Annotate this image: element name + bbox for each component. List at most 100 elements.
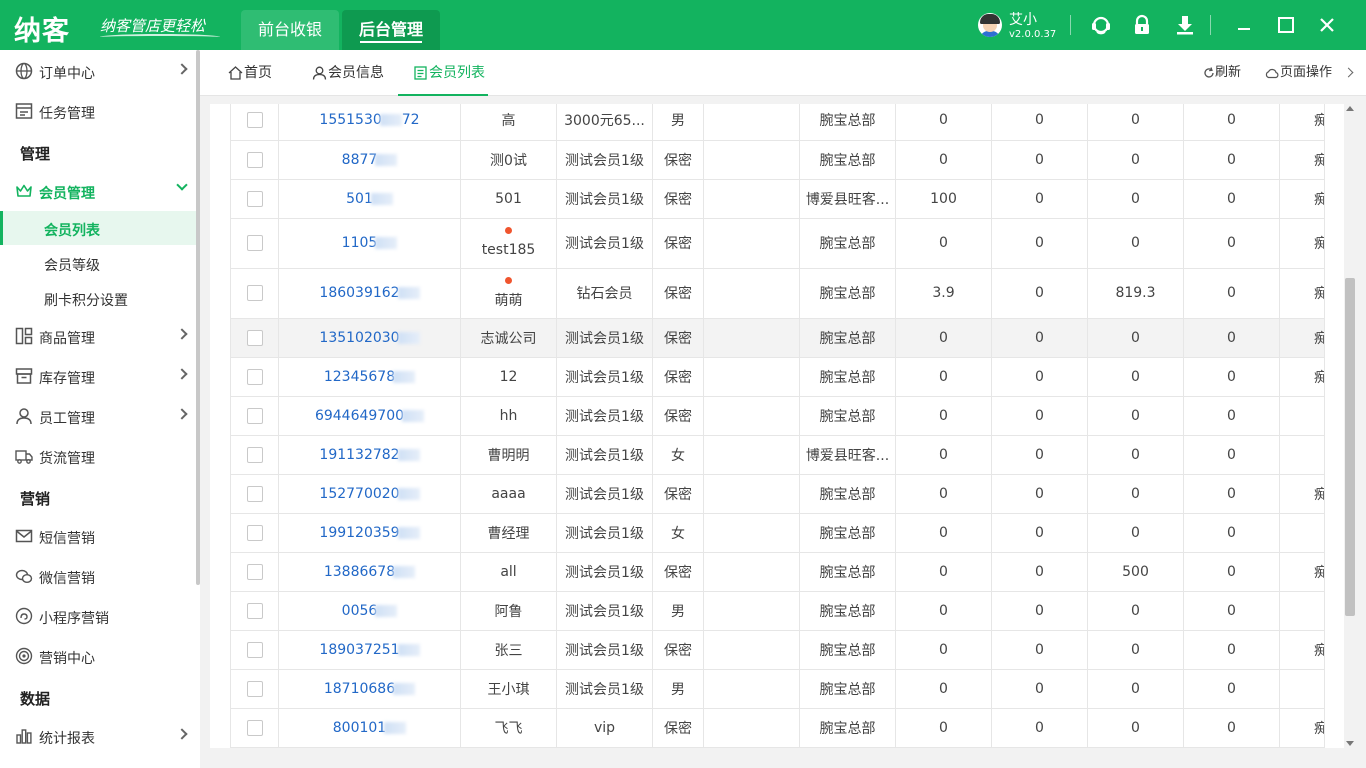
tab-front-cashier[interactable]: 前台收银 bbox=[241, 10, 339, 50]
member-phone-cell[interactable]: 13886678 bbox=[278, 552, 461, 592]
sidebar-item-members[interactable]: 会员管理 bbox=[0, 172, 196, 208]
member-phone-cell[interactable]: 1105 bbox=[278, 218, 461, 269]
download-icon[interactable] bbox=[1174, 14, 1196, 36]
member-phone-cell[interactable]: 135102030 bbox=[278, 318, 461, 358]
member-phone-cell[interactable]: 186039162 bbox=[278, 268, 461, 319]
tab-member-info[interactable]: 会员信息 bbox=[312, 50, 394, 96]
member-phone-cell[interactable]: 6944649700 bbox=[278, 396, 461, 436]
member-phone[interactable]: 501 bbox=[346, 191, 373, 207]
table-row[interactable]: 135102030志诚公司测试会员1级保密腕宝总部0000痴 bbox=[230, 318, 1325, 358]
scroll-up-icon[interactable] bbox=[1346, 106, 1354, 111]
tab-home[interactable]: 首页 bbox=[228, 50, 288, 96]
table-row[interactable]: 6944649700 hh 测试会员1级 保密 腕宝总部 0 0 0 0 bbox=[230, 396, 1325, 436]
inventory-icon bbox=[15, 368, 33, 384]
sidebar-item-wechat[interactable]: 微信营销 bbox=[0, 557, 196, 593]
row-checkbox[interactable] bbox=[246, 368, 263, 385]
row-checkbox[interactable] bbox=[246, 407, 263, 424]
row-checkbox[interactable] bbox=[246, 485, 263, 502]
row-checkbox[interactable] bbox=[246, 285, 263, 301]
sidebar-subitem-member-list[interactable]: 会员列表 bbox=[0, 211, 196, 245]
sidebar-item-goods[interactable]: 商品管理 bbox=[0, 317, 196, 353]
sidebar-item-tasks[interactable]: 任务管理 bbox=[0, 92, 196, 128]
member-phone-cell[interactable]: 191132782 bbox=[278, 435, 461, 475]
member-phone-cell[interactable]: 800101 bbox=[278, 708, 461, 748]
close-icon[interactable] bbox=[1316, 14, 1338, 36]
user-avatar[interactable] bbox=[978, 13, 1002, 37]
member-phone-cell[interactable]: 8877 bbox=[278, 140, 461, 180]
sidebar-subitem-card-points[interactable]: 刷卡积分设置 bbox=[0, 281, 196, 315]
table-row[interactable]: 800101飞飞vip保密腕宝总部0000痴 bbox=[230, 708, 1325, 748]
member-phone[interactable]: 191132782 bbox=[319, 447, 399, 463]
table-row[interactable]: 13886678all测试会员1级保密腕宝总部005000痴 bbox=[230, 552, 1325, 592]
sidebar-item-miniprogram[interactable]: 小程序营销 bbox=[0, 597, 196, 633]
row-checkbox[interactable] bbox=[246, 719, 263, 736]
member-phone[interactable]: 186039162 bbox=[319, 285, 399, 301]
member-phone-cell[interactable]: 152770020 bbox=[278, 474, 461, 514]
table-row[interactable]: 18710686 王小琪 测试会员1级男腕宝总部 0 0 0 0 bbox=[230, 669, 1325, 709]
table-row[interactable]: 189037251张三测试会员1级保密腕宝总部0000痴 bbox=[230, 630, 1325, 670]
chevron-right-icon[interactable] bbox=[1343, 67, 1354, 78]
row-checkbox[interactable] bbox=[246, 329, 263, 346]
member-phone-cell[interactable]: 189037251 bbox=[278, 630, 461, 670]
scrollbar-thumb[interactable] bbox=[1345, 278, 1355, 616]
row-checkbox[interactable] bbox=[246, 112, 263, 129]
table-row[interactable]: 199120359 曹经理 测试会员1级女腕宝总部 0 0 0 0 bbox=[230, 513, 1325, 553]
member-phone-cell[interactable]: 0056 bbox=[278, 591, 461, 631]
member-phone[interactable]: 12345678 bbox=[324, 369, 395, 385]
member-phone-cell[interactable]: 18710686 bbox=[278, 669, 461, 709]
row-checkbox[interactable] bbox=[246, 151, 263, 168]
member-phone[interactable]: 199120359 bbox=[319, 525, 399, 541]
maximize-icon[interactable] bbox=[1275, 14, 1297, 36]
table-row[interactable]: 8877测0试测试会员1级保密腕宝总部0000痴 bbox=[230, 140, 1325, 180]
table-row[interactable]: 191132782 曹明明 测试会员1级女博爱县旺客... 0 0 0 0 bbox=[230, 435, 1325, 475]
table-row[interactable]: 1234567812测试会员1级保密腕宝总部0000痴 bbox=[230, 357, 1325, 397]
tab-member-list[interactable]: 会员列表 bbox=[398, 50, 488, 96]
row-checkbox[interactable] bbox=[246, 235, 263, 251]
member-phone[interactable]: 13886678 bbox=[324, 564, 395, 580]
table-row[interactable]: 152770020aaaa测试会员1级保密腕宝总部0000痴 bbox=[230, 474, 1325, 514]
member-phone-cell[interactable]: 501 bbox=[278, 179, 461, 219]
table-row[interactable]: 501501测试会员1级保密博爱县旺客...100000痴 bbox=[230, 179, 1325, 219]
table-row[interactable]: 186039162萌萌钻石会员保密腕宝总部3.90819.30痴 bbox=[230, 268, 1325, 319]
member-phone[interactable]: 18710686 bbox=[324, 681, 395, 697]
sidebar-scrollbar[interactable] bbox=[196, 50, 200, 585]
scroll-down-icon[interactable] bbox=[1346, 741, 1354, 746]
member-phone[interactable]: 135102030 bbox=[319, 330, 399, 346]
row-checkbox[interactable] bbox=[246, 641, 263, 658]
member-phone[interactable]: 152770020 bbox=[319, 486, 399, 502]
chevron-right-icon bbox=[176, 408, 188, 420]
member-phone[interactable]: 800101 bbox=[333, 720, 386, 736]
row-checkbox[interactable] bbox=[246, 446, 263, 463]
lock-icon[interactable] bbox=[1131, 14, 1153, 36]
row-checkbox[interactable] bbox=[246, 190, 263, 207]
table-scrollbar[interactable] bbox=[1344, 104, 1356, 748]
member-phone[interactable]: 0056 bbox=[342, 603, 378, 619]
table-row[interactable]: 155153072高3000元65...男腕宝总部0000痴 bbox=[230, 104, 1325, 141]
sidebar-item-orders[interactable]: 订单中心 bbox=[0, 52, 196, 88]
member-phone[interactable]: 8877 bbox=[342, 152, 378, 168]
row-checkbox[interactable] bbox=[246, 602, 263, 619]
member-phone[interactable]: 1105 bbox=[342, 235, 378, 251]
row-checkbox[interactable] bbox=[246, 563, 263, 580]
member-phone-cell[interactable]: 199120359 bbox=[278, 513, 461, 553]
member-phone-cell[interactable]: 1551530 72 bbox=[278, 104, 461, 141]
sidebar-item-inventory[interactable]: 库存管理 bbox=[0, 357, 196, 393]
table-row[interactable]: 1105test185测试会员1级保密腕宝总部0000痴 bbox=[230, 218, 1325, 269]
sidebar-item-marketing-center[interactable]: 营销中心 bbox=[0, 637, 196, 673]
member-phone[interactable]: 1551530 bbox=[319, 112, 381, 128]
sidebar-item-staff[interactable]: 员工管理 bbox=[0, 397, 196, 433]
minimize-icon[interactable] bbox=[1234, 14, 1256, 36]
sidebar-item-sms[interactable]: 短信营销 bbox=[0, 517, 196, 553]
row-checkbox[interactable] bbox=[246, 524, 263, 541]
table-row[interactable]: 0056 阿鲁 测试会员1级男腕宝总部 0 0 0 0 bbox=[230, 591, 1325, 631]
row-checkbox[interactable] bbox=[246, 680, 263, 697]
tab-back-office[interactable]: 后台管理 bbox=[342, 10, 440, 50]
member-phone[interactable]: 6944649700 bbox=[315, 408, 404, 424]
sidebar-item-logistics[interactable]: 货流管理 bbox=[0, 437, 196, 473]
member-phone-cell[interactable]: 12345678 bbox=[278, 357, 461, 397]
user-name[interactable]: 艾小 bbox=[1009, 9, 1037, 29]
sidebar-item-reports[interactable]: 统计报表 bbox=[0, 717, 196, 753]
member-phone[interactable]: 189037251 bbox=[319, 642, 399, 658]
headset-icon[interactable] bbox=[1090, 14, 1112, 36]
sidebar-subitem-member-level[interactable]: 会员等级 bbox=[0, 246, 196, 280]
